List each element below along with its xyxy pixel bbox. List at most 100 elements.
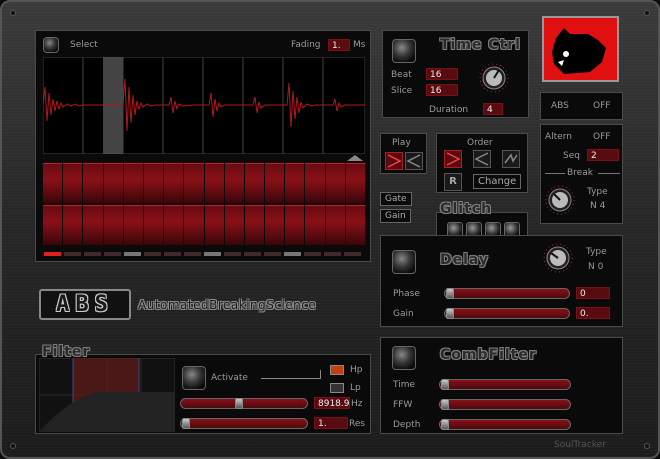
break-label: Break	[567, 168, 593, 178]
duration-field[interactable]: 4	[483, 103, 503, 115]
activate-connector	[261, 378, 321, 379]
freq-unit: Hz	[351, 399, 363, 409]
activate-connector	[320, 370, 321, 379]
sampler-panel: Select Fading 1. Ms	[35, 30, 371, 262]
time-knob[interactable]	[479, 63, 509, 93]
seq-field[interactable]: 2	[587, 149, 619, 161]
beat-label: Beat	[391, 70, 412, 80]
order-random-button[interactable]	[502, 150, 520, 168]
break-type-label: Type	[587, 187, 608, 197]
order-label: Order	[467, 138, 493, 148]
gate-grid[interactable]	[43, 163, 365, 203]
filter-title: Filter	[42, 344, 91, 360]
forward-icon	[387, 154, 402, 168]
fading-label: Fading	[291, 40, 321, 50]
slice-field[interactable]: 16	[426, 84, 458, 96]
reverse-ramp-icon	[474, 152, 489, 166]
beat-field[interactable]: 16	[426, 68, 458, 80]
screw	[10, 443, 16, 449]
screw	[10, 10, 16, 16]
comb-button[interactable]	[392, 346, 416, 370]
abs-logo-box: ABS	[39, 289, 131, 320]
select-label: Select	[70, 40, 98, 50]
order-reverse-button[interactable]	[473, 150, 491, 168]
filter-activate-button[interactable]	[182, 366, 206, 390]
comb-depth-label: Depth	[393, 420, 421, 430]
abs-value[interactable]: OFF	[593, 101, 610, 111]
reverse-icon	[406, 154, 421, 168]
altern-panel: Altern OFF Seq 2 Break Type N 4	[540, 124, 623, 224]
res-slider[interactable]	[180, 418, 308, 429]
activate-label: Activate	[211, 373, 248, 383]
delay-button[interactable]	[392, 250, 416, 274]
random-icon	[504, 153, 518, 164]
plugin-window: Select Fading 1. Ms Gate Gain ABS Automa…	[0, 0, 660, 459]
logo-short: ABS	[56, 292, 114, 317]
waveform-display[interactable]	[43, 57, 365, 154]
order-forward-button[interactable]	[444, 150, 462, 168]
abs-label: ABS	[551, 101, 569, 111]
comb-depth-slider[interactable]	[439, 419, 571, 430]
order-panel: Order R Change	[436, 133, 528, 193]
comb-time-slider[interactable]	[439, 379, 571, 390]
comb-title: CombFilter	[440, 347, 537, 363]
delay-panel: Phase 0 Gain 0. Type N 0	[380, 235, 623, 327]
comb-ffw-slider[interactable]	[439, 399, 571, 410]
order-change-button[interactable]: Change	[473, 174, 521, 189]
duration-label: Duration	[429, 105, 469, 115]
logo-long: AutomatedBreakingScience	[138, 298, 317, 312]
altern-value[interactable]: OFF	[593, 132, 610, 142]
seq-label: Seq	[563, 151, 580, 161]
footer-brand: SoulTracker	[554, 440, 606, 450]
delay-type-knob[interactable]	[543, 243, 573, 273]
gain-label: Gain	[380, 209, 411, 223]
comb-ffw-label: FFW	[393, 400, 413, 410]
step-indicator	[44, 252, 361, 256]
freq-slider[interactable]	[180, 398, 308, 409]
fading-field[interactable]: 1.	[328, 39, 350, 51]
delay-type-value: N 0	[588, 262, 604, 272]
res-field[interactable]: 1.	[314, 417, 348, 429]
freq-field[interactable]: 8918.9	[314, 397, 350, 409]
altern-label: Altern	[545, 132, 572, 142]
res-label: Res	[349, 419, 366, 429]
filter-panel: Activate Hp Lp 8918.9 Hz 1. Res	[35, 354, 371, 434]
gate-label: Gate	[380, 192, 412, 206]
filter-curve-display[interactable]	[39, 358, 175, 432]
break-divider	[545, 173, 565, 174]
delay-title: Delay	[440, 252, 490, 268]
slice-label: Slice	[391, 86, 413, 96]
delay-gain-field[interactable]: 0.	[576, 307, 610, 319]
delay-type-label: Type	[586, 247, 607, 257]
screw	[644, 10, 650, 16]
order-reset-button[interactable]: R	[444, 173, 462, 191]
screw	[644, 443, 650, 449]
phase-label: Phase	[393, 289, 420, 299]
play-panel: Play	[380, 133, 427, 174]
hp-toggle[interactable]	[330, 365, 344, 375]
break-type-value: N 4	[590, 201, 606, 211]
brand-logo	[542, 16, 619, 82]
bear-icon	[552, 28, 606, 74]
abs-panel: ABS OFF	[540, 92, 623, 120]
time-ctrl-button[interactable]	[392, 39, 416, 63]
break-knob[interactable]	[545, 185, 575, 215]
forward-ramp-icon	[446, 152, 461, 166]
select-button[interactable]	[43, 37, 59, 53]
delay-gain-label: Gain	[393, 309, 414, 319]
delay-gain-slider[interactable]	[444, 308, 570, 319]
fading-unit: Ms	[353, 40, 366, 50]
break-divider	[598, 173, 620, 174]
play-forward-button[interactable]	[385, 152, 403, 170]
lp-toggle[interactable]	[330, 383, 344, 393]
play-label: Play	[392, 138, 411, 148]
glitch-title: Glitch	[440, 201, 493, 217]
playhead-arrow-icon[interactable]	[346, 154, 364, 162]
phase-field[interactable]: 0	[576, 287, 610, 299]
time-ctrl-title: Time Ctrl	[440, 37, 521, 53]
hp-label: Hp	[350, 365, 363, 375]
gain-grid[interactable]	[43, 205, 365, 245]
play-reverse-button[interactable]	[405, 152, 423, 170]
lp-label: Lp	[350, 383, 361, 393]
phase-slider[interactable]	[444, 288, 570, 299]
